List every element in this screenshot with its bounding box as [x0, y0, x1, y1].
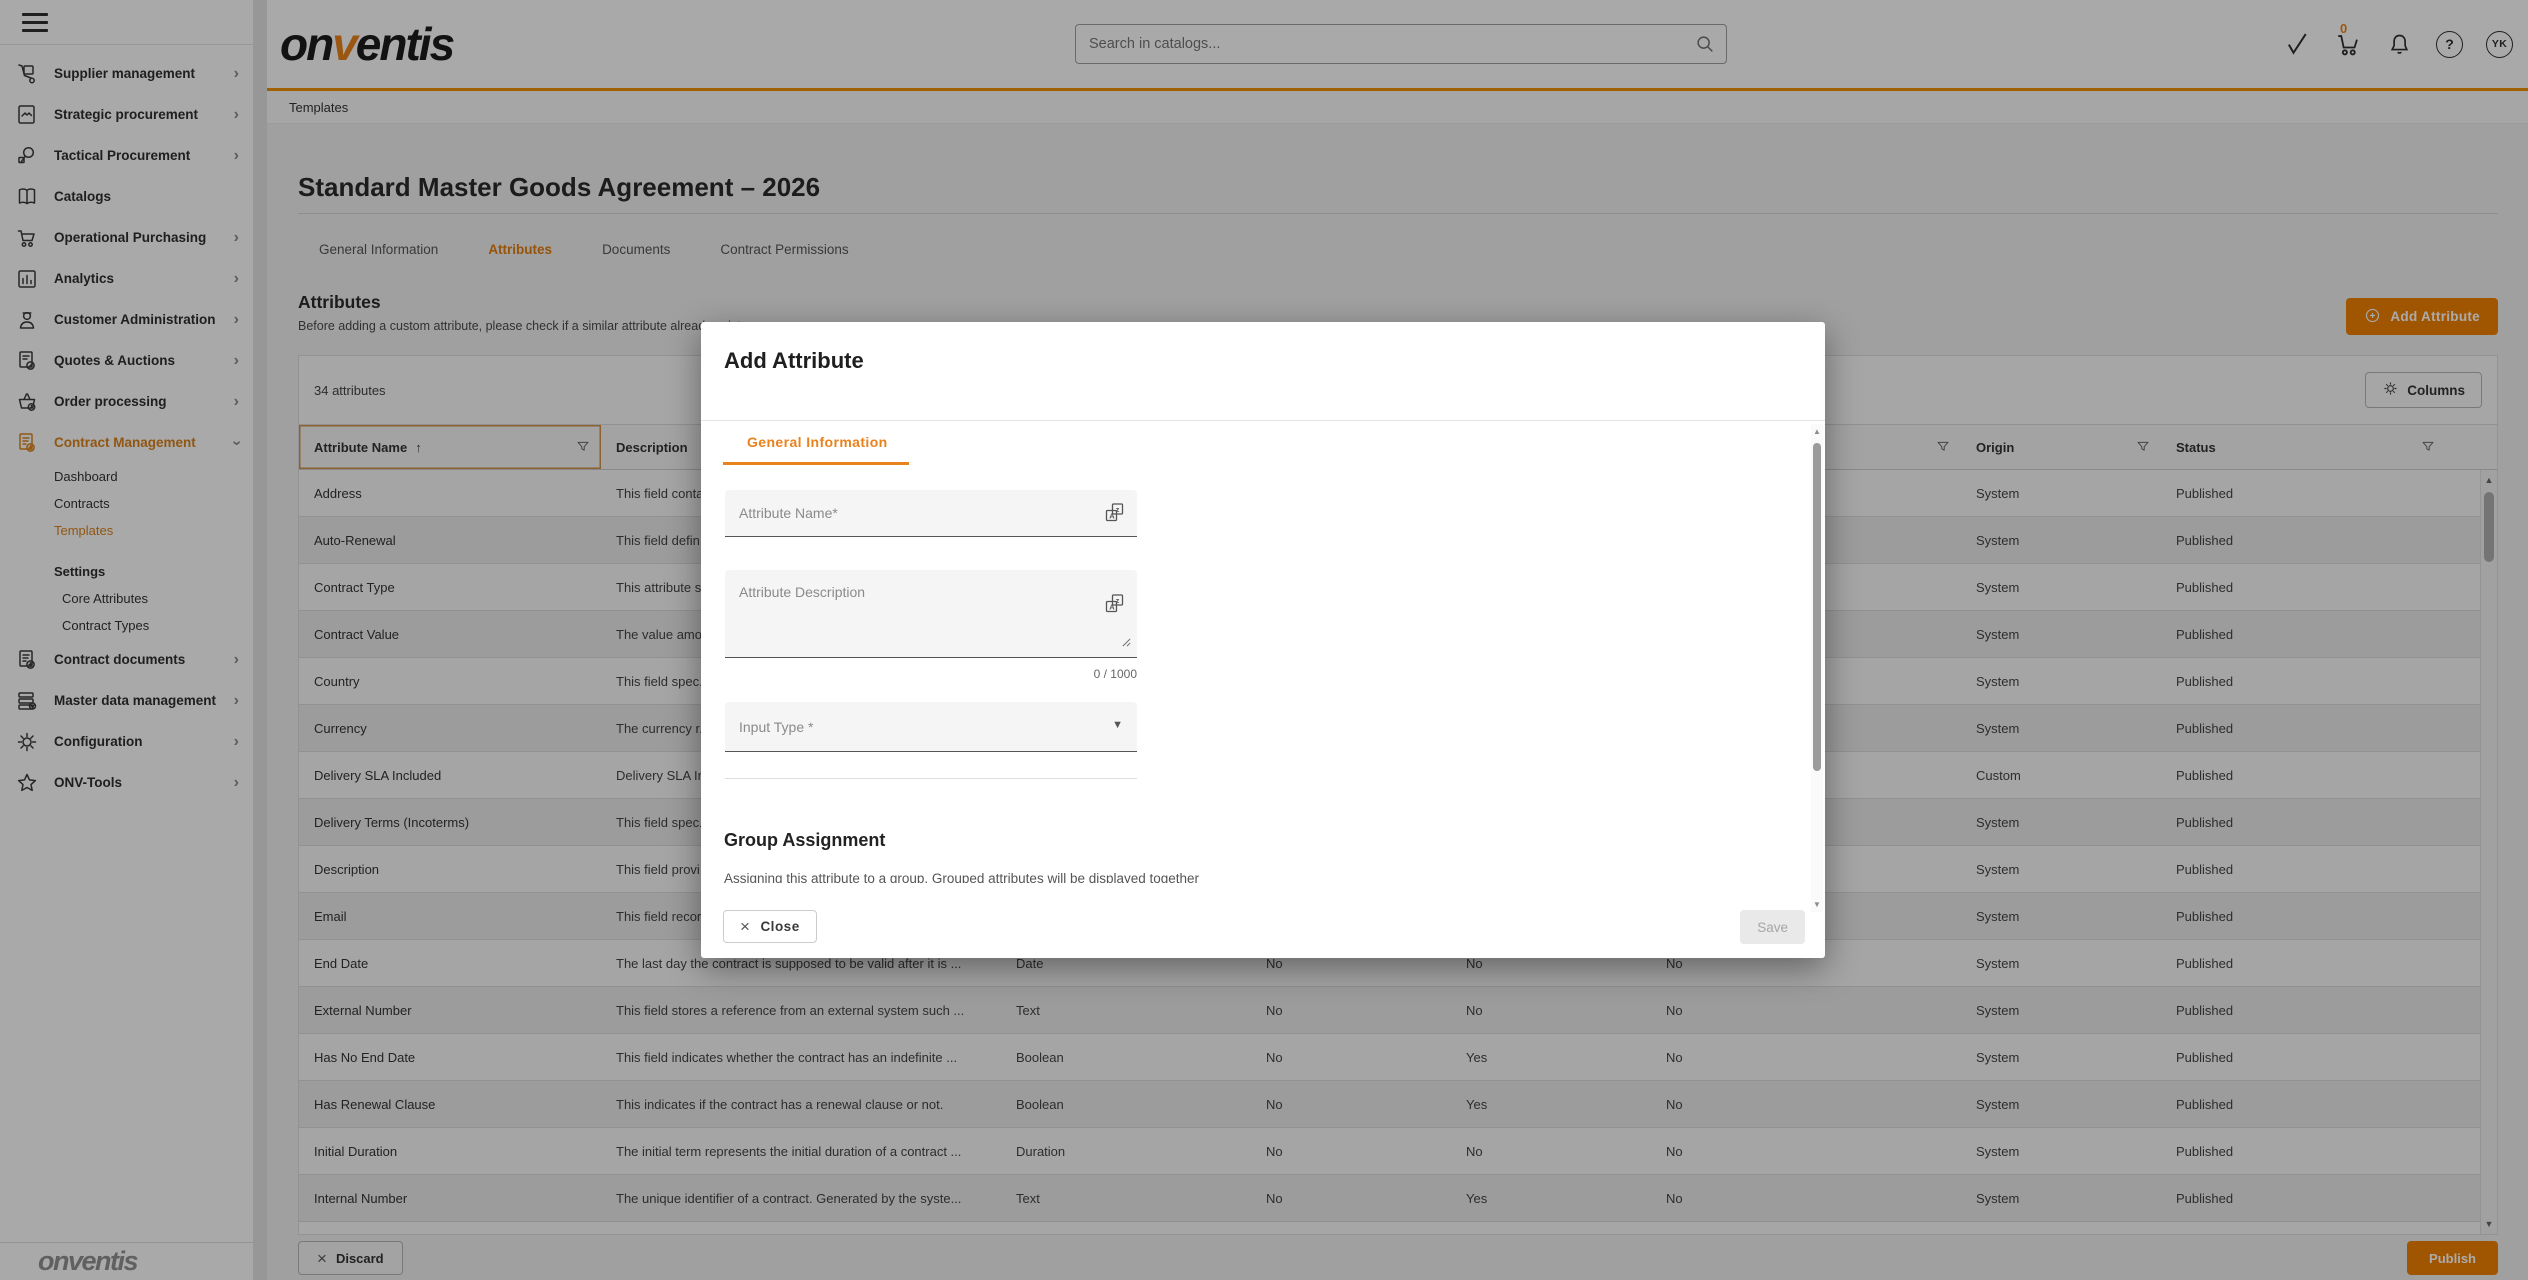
modal-title: Add Attribute [724, 348, 864, 374]
translate-icon[interactable]: Az [1103, 592, 1127, 621]
active-tab-underline [723, 462, 909, 465]
translate-icon[interactable]: Az [1103, 501, 1127, 530]
add-attribute-modal: Add Attribute General Information Attrib… [701, 322, 1825, 958]
modal-divider [701, 420, 1825, 421]
input-type-placeholder: Input Type * [739, 719, 813, 735]
chevron-down-icon: ▼ [1112, 719, 1123, 731]
attribute-name-placeholder: Attribute Name* [739, 505, 838, 521]
section-divider [725, 778, 1137, 779]
attribute-description-field[interactable]: Attribute Description Az [725, 570, 1137, 658]
svg-text:z: z [1116, 505, 1120, 514]
char-counter: 0 / 1000 [725, 667, 1137, 681]
svg-text:A: A [1109, 512, 1115, 521]
attribute-name-field[interactable]: Attribute Name* Az [725, 490, 1137, 537]
modal-scrollbar-thumb[interactable] [1813, 443, 1821, 771]
tab-general-information[interactable]: General Information [747, 434, 888, 450]
svg-text:A: A [1109, 603, 1115, 612]
group-assignment-text: Assigning this attribute to a group. Gro… [724, 871, 1204, 883]
scroll-down-icon[interactable]: ▼ [1811, 900, 1823, 909]
modal-save-button[interactable]: Save [1740, 910, 1805, 944]
close-icon: × [740, 918, 750, 935]
modal-scrollbar[interactable]: ▲ ▼ [1811, 424, 1823, 912]
attribute-description-placeholder: Attribute Description [739, 584, 865, 600]
group-assignment-heading: Group Assignment [724, 830, 885, 851]
app-root: Supplier management›Strategic procuremen… [0, 0, 2528, 1280]
scroll-up-icon[interactable]: ▲ [1811, 427, 1823, 436]
modal-close-button[interactable]: × Close [723, 910, 817, 943]
svg-text:z: z [1116, 596, 1120, 605]
input-type-select[interactable]: Input Type * ▼ [725, 702, 1137, 752]
resize-handle-icon[interactable] [1121, 635, 1132, 653]
